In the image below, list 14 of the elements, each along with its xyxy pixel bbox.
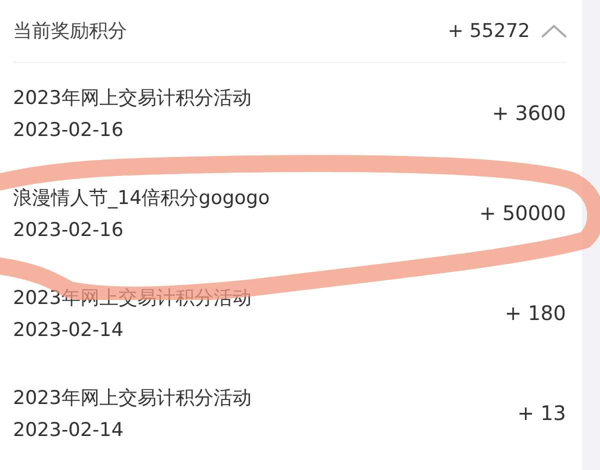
record-title: 2023年网上交易计积分活动 (13, 86, 252, 111)
total-points: + 55272 (448, 20, 530, 42)
summary-label: 当前奖励积分 (13, 19, 128, 44)
record-date: 2023-02-14 (13, 319, 124, 341)
record-title: 浪漫情人节_14倍积分gogogo (13, 186, 271, 211)
chevron-icon[interactable] (540, 23, 568, 39)
record-date: 2023-02-16 (13, 119, 124, 141)
record-points: + 180 (504, 301, 566, 325)
record-points: + 50000 (479, 201, 566, 225)
record-points: + 3600 (492, 101, 566, 125)
record-date: 2023-02-14 (13, 419, 124, 441)
record-points: + 13 (517, 401, 566, 425)
record-date: 2023-02-16 (13, 219, 124, 241)
record-title: 2023年网上交易计积分活动 (13, 386, 252, 411)
